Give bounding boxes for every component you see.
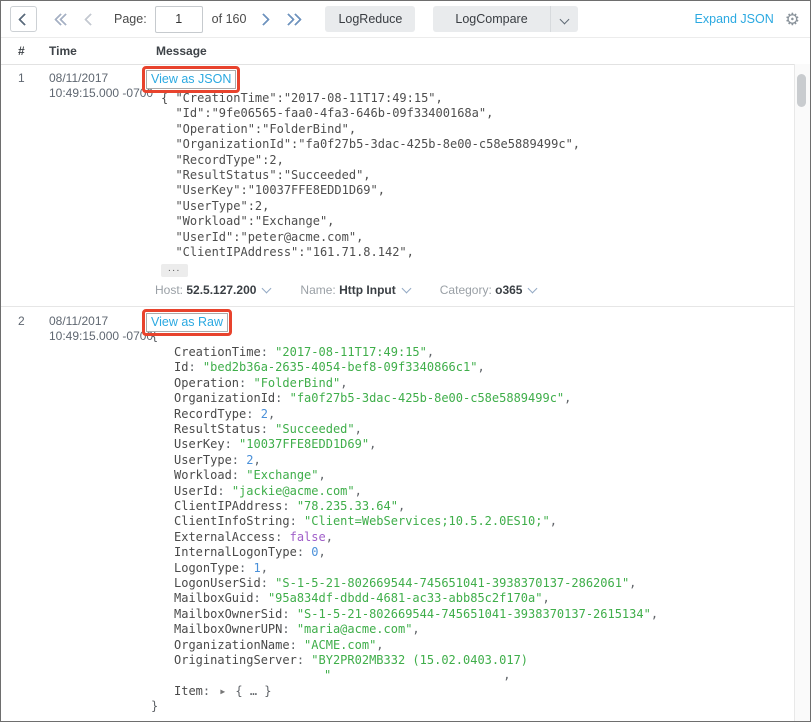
collapse-triangle-icon[interactable]: ▶	[220, 687, 225, 696]
json-line: OrganizationId: "fa0f27b5-3dac-425b-8e00…	[149, 391, 795, 406]
json-line: LogonUserSid: "S-1-5-21-802669544-745651…	[149, 576, 795, 591]
name-field: Name: Http Input	[300, 283, 409, 298]
toolbar: Page: of 160 LogReduce LogCompare Expand…	[1, 1, 810, 38]
last-page-button[interactable]	[284, 15, 302, 24]
category-value[interactable]: o365	[495, 283, 522, 297]
first-page-button[interactable]	[54, 15, 70, 24]
host-dropdown-icon[interactable]	[262, 284, 272, 294]
log-row: 208/11/201710:49:15.000 -0700View as Raw…	[1, 307, 795, 721]
category-label: Category:	[440, 283, 495, 297]
chevron-left-icon	[84, 13, 97, 26]
json-line: MailboxGuid: "95a834df-dbdd-4681-ac33-ab…	[149, 591, 795, 606]
json-line: OrganizationName: "ACME.com",	[149, 638, 795, 653]
json-line: UserKey: "10037FFE8EDD1D69",	[149, 437, 795, 452]
logreduce-button[interactable]: LogReduce	[325, 6, 415, 32]
column-header-time: Time	[49, 44, 149, 58]
host-value[interactable]: 52.5.127.200	[186, 283, 256, 297]
column-header-num: #	[1, 44, 49, 58]
json-line: ClientIPAddress: "78.235.33.64",	[149, 499, 795, 514]
scrollbar[interactable]	[794, 64, 810, 721]
log-message-json: {CreationTime: "2017-08-11T17:49:15",Id:…	[149, 329, 795, 714]
page-label: Page:	[114, 12, 147, 26]
logcompare-dropdown-button[interactable]	[550, 6, 578, 32]
row-timestamp: 08/11/201710:49:15.000 -0700	[49, 307, 149, 721]
screenshot-highlight-box: View as Raw	[142, 309, 232, 336]
json-line: InternalLogonType: 0,	[149, 545, 795, 560]
row-timestamp: 08/11/201710:49:15.000 -0700	[49, 64, 149, 306]
expand-ellipsis-button[interactable]: ...	[161, 264, 188, 277]
view-as-json-link[interactable]: View as JSON	[146, 70, 236, 89]
results-list: 108/11/201710:49:15.000 -0700View as JSO…	[1, 64, 795, 721]
back-button[interactable]	[10, 6, 37, 32]
json-line: }	[149, 699, 795, 714]
double-chevron-right-icon	[290, 13, 303, 26]
row-number: 1	[1, 64, 49, 306]
view-as-raw-link[interactable]: View as Raw	[146, 313, 228, 332]
log-row: 108/11/201710:49:15.000 -0700View as JSO…	[1, 64, 795, 307]
expand-json-link[interactable]: Expand JSON	[695, 12, 774, 26]
page-total: of 160	[212, 12, 247, 26]
next-page-button[interactable]	[259, 15, 270, 24]
host-field: Host: 52.5.127.200	[155, 283, 270, 298]
chevron-right-icon	[258, 13, 271, 26]
row-message: View as Raw{CreationTime: "2017-08-11T17…	[149, 307, 795, 721]
row-number: 2	[1, 307, 49, 721]
host-label: Host:	[155, 283, 186, 297]
chevron-left-icon	[18, 13, 31, 26]
previous-page-button[interactable]	[84, 15, 95, 24]
json-line: {	[149, 329, 795, 344]
json-line: Workload: "Exchange",	[149, 468, 795, 483]
json-line: OriginatingServer: "BY2PR02MB332 (15.02.…	[149, 653, 795, 668]
row-date: 08/11/2017	[49, 314, 149, 329]
settings-gear-icon[interactable]: ⚙	[785, 11, 800, 28]
json-line: Id: "bed2b36a-2635-4054-bef8-09f3340866c…	[149, 360, 795, 375]
json-line: ResultStatus: "Succeeded",	[149, 422, 795, 437]
name-value[interactable]: Http Input	[339, 283, 396, 297]
row-metadata: Host: 52.5.127.200 Name: Http Input Catego…	[155, 283, 795, 298]
column-header-row: # Time Message	[1, 38, 810, 65]
json-line: LogonType: 1,	[149, 561, 795, 576]
scrollbar-thumb[interactable]	[797, 74, 806, 107]
json-line: Operation: "FolderBind",	[149, 376, 795, 391]
category-field: Category: o365	[440, 283, 537, 298]
log-message-raw: { "CreationTime":"2017-08-11T17:49:15", …	[161, 91, 795, 260]
json-line: RecordType: 2,	[149, 407, 795, 422]
row-time: 10:49:15.000 -0700	[49, 329, 149, 344]
json-line: Item: ▶ { … }	[149, 684, 795, 699]
json-line: CreationTime: "2017-08-11T17:49:15",	[149, 345, 795, 360]
json-line: UserId: "jackie@acme.com",	[149, 484, 795, 499]
column-header-message: Message	[149, 44, 810, 58]
log-search-results-window: Page: of 160 LogReduce LogCompare Expand…	[0, 0, 811, 722]
name-label: Name:	[300, 283, 339, 297]
json-line: MailboxOwnerSid: "S-1-5-21-802669544-745…	[149, 607, 795, 622]
json-line: MailboxOwnerUPN: "maria@acme.com",	[149, 622, 795, 637]
row-date: 08/11/2017	[49, 71, 149, 86]
json-line: ",	[149, 668, 795, 683]
json-line: ClientInfoString: "Client=WebServices;10…	[149, 514, 795, 529]
category-dropdown-icon[interactable]	[528, 284, 538, 294]
chevron-down-icon	[559, 14, 569, 24]
row-time: 10:49:15.000 -0700	[49, 86, 149, 101]
row-message: View as JSON { "CreationTime":"2017-08-11…	[149, 64, 795, 306]
screenshot-highlight-box: View as JSON	[142, 66, 240, 93]
json-line: ExternalAccess: false,	[149, 530, 795, 545]
json-line: UserType: 2,	[149, 453, 795, 468]
name-dropdown-icon[interactable]	[401, 284, 411, 294]
logcompare-button[interactable]: LogCompare	[433, 6, 549, 32]
logcompare-split-button: LogCompare	[433, 6, 577, 32]
page-input[interactable]	[155, 6, 203, 33]
